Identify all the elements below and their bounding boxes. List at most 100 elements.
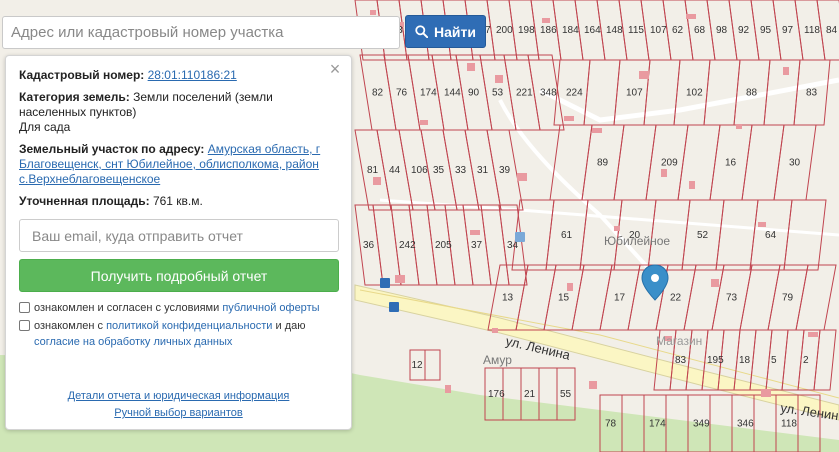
building	[467, 63, 475, 71]
area-row: Уточненная площадь: 761 кв.м.	[19, 194, 338, 209]
parcel-number-label: 64	[765, 230, 777, 241]
search-input[interactable]	[3, 17, 399, 48]
consent-privacy-mid: и даю	[275, 320, 306, 332]
parcel-number-label: 79	[782, 293, 794, 304]
building	[370, 10, 376, 15]
search-bar	[2, 16, 400, 49]
search-button-label: Найти	[434, 23, 476, 40]
parcel-number-label: 221	[516, 88, 533, 99]
parcel-number-label: 78	[605, 419, 617, 430]
land-category-label: Категория земель:	[19, 90, 130, 104]
parcel-number-label: 18	[739, 355, 751, 366]
parcel-number-label: 52	[697, 230, 709, 241]
building	[689, 181, 695, 189]
parcel-number-label: 349	[693, 419, 710, 430]
email-field[interactable]	[20, 220, 338, 251]
building	[589, 381, 597, 389]
parcel-number-label: 13	[502, 293, 514, 304]
parcel-number-label: 102	[686, 88, 703, 99]
parcel-number-label: 144	[444, 88, 461, 99]
building	[420, 120, 428, 125]
parcel-number-label: 16	[725, 158, 737, 169]
parcel-number-label: 83	[675, 355, 687, 366]
consent-offer-checkbox[interactable]	[19, 302, 30, 313]
consent-privacy-text: ознакомлен с	[34, 320, 104, 332]
parcel-number-label: 73	[726, 293, 738, 304]
parcel-number-label: 35	[433, 165, 445, 176]
place-label-yubileynoe: Юбилейное	[604, 234, 670, 248]
parcel-number-label: 107	[650, 25, 667, 36]
parcel-number-label: 62	[672, 25, 684, 36]
parcel-number-label: 224	[566, 88, 583, 99]
parcel-number-label: 92	[738, 25, 750, 36]
email-field-wrapper	[19, 219, 339, 252]
parcel-number-label: 61	[561, 230, 573, 241]
parcel-number-label: 44	[389, 165, 401, 176]
building	[783, 67, 789, 75]
building	[736, 124, 742, 129]
building	[567, 283, 573, 291]
parcel-number-label: 164	[584, 25, 601, 36]
parcel-number-label: 17	[614, 293, 626, 304]
parcel-number-label: 89	[597, 158, 609, 169]
building	[614, 226, 620, 231]
building	[470, 230, 480, 235]
manual-selection-link[interactable]: Ручной выбор вариантов	[6, 405, 351, 422]
parcel-number-label: 209	[661, 158, 678, 169]
parcel-number-label: 31	[477, 165, 489, 176]
parcel-number-label: 176	[488, 389, 505, 400]
area-value: 761 кв.м.	[152, 194, 203, 208]
privacy-policy-link[interactable]: политикой конфиденциальности	[106, 320, 272, 332]
building	[373, 177, 381, 185]
close-icon[interactable]: ×	[327, 60, 343, 78]
cadastral-label: Кадастровый номер:	[19, 68, 145, 82]
parcel-number-label: 106	[411, 165, 428, 176]
parcel-number-label: 346	[737, 419, 754, 430]
parcel-number-label: 118	[781, 419, 797, 430]
building	[711, 279, 719, 287]
building	[517, 173, 527, 181]
parcel-number-label: 118	[804, 25, 820, 36]
building	[395, 275, 405, 283]
parcel-number-label: 98	[716, 25, 728, 36]
cadastral-number-row: Кадастровый номер: 28:01:110186:21	[19, 68, 338, 83]
building	[592, 128, 602, 133]
report-details-link[interactable]: Детали отчета и юридическая информация	[6, 388, 351, 405]
parcel-number-label: 90	[468, 88, 480, 99]
parcel-number-label: 81	[367, 165, 379, 176]
footer-links: Детали отчета и юридическая информация Р…	[6, 388, 351, 422]
parcel-number-label: 195	[707, 355, 724, 366]
building	[564, 116, 574, 121]
parcel-number-label: 33	[455, 165, 467, 176]
search-button[interactable]: Найти	[405, 15, 486, 48]
parcel-number-label: 68	[694, 25, 706, 36]
building	[542, 18, 550, 23]
parcel-number-label: 205	[435, 240, 452, 251]
building	[445, 385, 451, 393]
parcel-number-label: 22	[670, 293, 682, 304]
consent-privacy-checkbox[interactable]	[19, 320, 30, 331]
parcel-number-label: 39	[499, 165, 511, 176]
cadastral-number-link[interactable]: 28:01:110186:21	[148, 68, 237, 82]
parcel-number-label: 97	[782, 25, 794, 36]
building	[686, 14, 696, 19]
parcel-number-label: 115	[628, 25, 644, 36]
search-icon	[415, 25, 429, 38]
parcel-number-label: 83	[806, 88, 818, 99]
data-processing-link[interactable]: согласие на обработку личных данных	[34, 336, 232, 348]
parcel-number-label: 55	[560, 389, 572, 400]
parcel-number-label: 82	[372, 88, 384, 99]
parcel-number-label: 186	[540, 25, 557, 36]
public-offer-link[interactable]: публичной оферты	[222, 302, 319, 314]
parcel-number-label: 53	[492, 88, 504, 99]
land-usage: Для сада	[19, 120, 71, 134]
get-report-button[interactable]: Получить подробный отчет	[19, 259, 339, 292]
parcel-number-label: 12	[412, 360, 424, 371]
parcel-info-panel: × Кадастровый номер: 28:01:110186:21 Кат…	[5, 55, 352, 430]
parcel-number-label: 15	[558, 293, 570, 304]
parcel-number-label: 76	[396, 88, 408, 99]
building	[492, 328, 498, 333]
parcel-number-label: 348	[540, 88, 557, 99]
parcel-number-label: 36	[363, 240, 375, 251]
parcel-number-label: 88	[746, 88, 758, 99]
